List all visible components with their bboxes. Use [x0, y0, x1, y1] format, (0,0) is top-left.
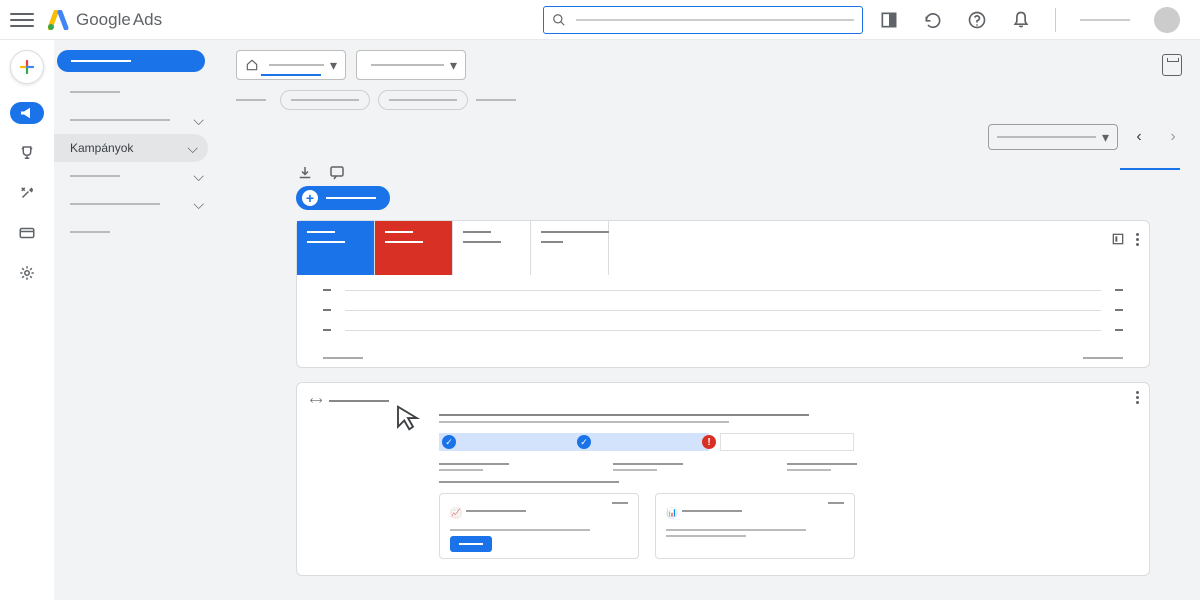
apply-button[interactable]	[450, 536, 492, 552]
check-icon: ✓	[442, 435, 456, 449]
more-icon[interactable]	[1136, 233, 1139, 246]
cursor-icon	[393, 403, 423, 433]
metric-tile[interactable]	[453, 221, 531, 275]
icon-rail	[0, 40, 54, 600]
check-icon: ✓	[577, 435, 591, 449]
prev-period-button[interactable]: ‹	[1126, 124, 1152, 150]
rail-tools[interactable]	[10, 182, 44, 204]
x-axis-start	[323, 357, 363, 359]
next-period-button[interactable]: ›	[1160, 124, 1186, 150]
step-label	[613, 463, 683, 471]
caret-down-icon: ▾	[330, 57, 337, 74]
google-ads-logo-icon	[48, 10, 70, 30]
sidebar: ⌵ Kampányok ⌵ ⌵ ⌵	[54, 40, 214, 600]
filter-label	[236, 99, 266, 101]
rail-goals[interactable]	[10, 142, 44, 164]
account-label	[1080, 19, 1130, 21]
expand-icon[interactable]	[1110, 231, 1126, 247]
trophy-icon	[18, 144, 36, 162]
campaign-selector[interactable]: ▾	[356, 50, 466, 80]
refresh-icon[interactable]	[923, 10, 943, 30]
step-label	[787, 463, 857, 471]
logo[interactable]: GoogleAds	[48, 10, 162, 30]
megaphone-icon	[18, 104, 36, 122]
sidebar-item-overview[interactable]	[54, 78, 214, 106]
reco-headline	[439, 414, 809, 416]
plus-multicolor-icon	[18, 58, 36, 76]
x-axis-end	[1083, 357, 1123, 359]
notifications-icon[interactable]	[1011, 10, 1031, 30]
sidebar-item-label: Kampányok	[70, 141, 133, 155]
filter-chip[interactable]	[378, 90, 468, 110]
sidebar-create-button[interactable]	[57, 50, 205, 72]
save-view-button[interactable]	[1162, 54, 1182, 76]
chevron-down-icon: ⌵	[193, 112, 204, 129]
plus-icon: +	[302, 190, 318, 206]
chevron-down-icon: ⌵	[187, 140, 198, 157]
recommendations-card: ⤢ ✓ ✓ ! 📈	[296, 382, 1150, 576]
help-icon[interactable]	[967, 10, 987, 30]
metric-tile[interactable]	[375, 221, 453, 275]
metric-tile[interactable]	[531, 221, 609, 275]
trend-icon: 📈	[450, 507, 462, 519]
download-icon[interactable]	[296, 164, 314, 182]
card-title: ⤢	[311, 393, 1135, 408]
rail-campaigns[interactable]	[10, 102, 44, 124]
metric-tile[interactable]	[297, 221, 375, 275]
link-icon: ⤢	[307, 392, 324, 409]
chart-icon: 📊	[666, 507, 678, 519]
gear-icon	[18, 264, 36, 282]
caret-down-icon: ▾	[450, 57, 457, 74]
card-icon	[18, 224, 36, 242]
step-label	[439, 463, 509, 471]
active-tab-indicator	[1120, 168, 1180, 170]
search-input[interactable]	[543, 6, 863, 34]
rail-admin[interactable]	[10, 262, 44, 284]
chevron-down-icon: ⌵	[193, 196, 204, 213]
avatar[interactable]	[1154, 7, 1180, 33]
section-subheader	[439, 481, 619, 483]
error-icon: !	[702, 435, 716, 449]
sidebar-item-insights[interactable]: ⌵	[54, 106, 214, 134]
menu-button[interactable]	[10, 8, 34, 32]
sidebar-item-assets[interactable]: ⌵	[54, 162, 214, 190]
sidebar-item-change[interactable]	[54, 218, 214, 246]
more-icon[interactable]	[1136, 391, 1139, 404]
performance-card	[296, 220, 1150, 368]
new-campaign-button[interactable]: +	[296, 186, 390, 210]
feedback-icon[interactable]	[328, 164, 346, 182]
date-range-selector[interactable]: ▾	[988, 124, 1118, 150]
rail-create-button[interactable]	[10, 50, 44, 84]
chevron-down-icon: ⌵	[193, 168, 204, 185]
appearance-icon[interactable]	[879, 10, 899, 30]
search-icon	[552, 13, 566, 27]
filter-trailing-label	[476, 99, 516, 101]
rail-billing[interactable]	[10, 222, 44, 244]
home-icon	[245, 58, 259, 72]
recommendation-tile[interactable]: 📈	[439, 493, 639, 559]
tools-icon	[18, 184, 36, 202]
filter-chip[interactable]	[280, 90, 370, 110]
sidebar-item-campaigns[interactable]: Kampányok ⌵	[54, 134, 208, 162]
progress-tracker: ✓ ✓ !	[439, 433, 1135, 451]
caret-down-icon: ▾	[1102, 129, 1109, 146]
sidebar-item-audiences[interactable]: ⌵	[54, 190, 214, 218]
reco-subhead	[439, 421, 729, 423]
recommendation-tile[interactable]: 📊	[655, 493, 855, 559]
account-selector[interactable]: ▾	[236, 50, 346, 80]
